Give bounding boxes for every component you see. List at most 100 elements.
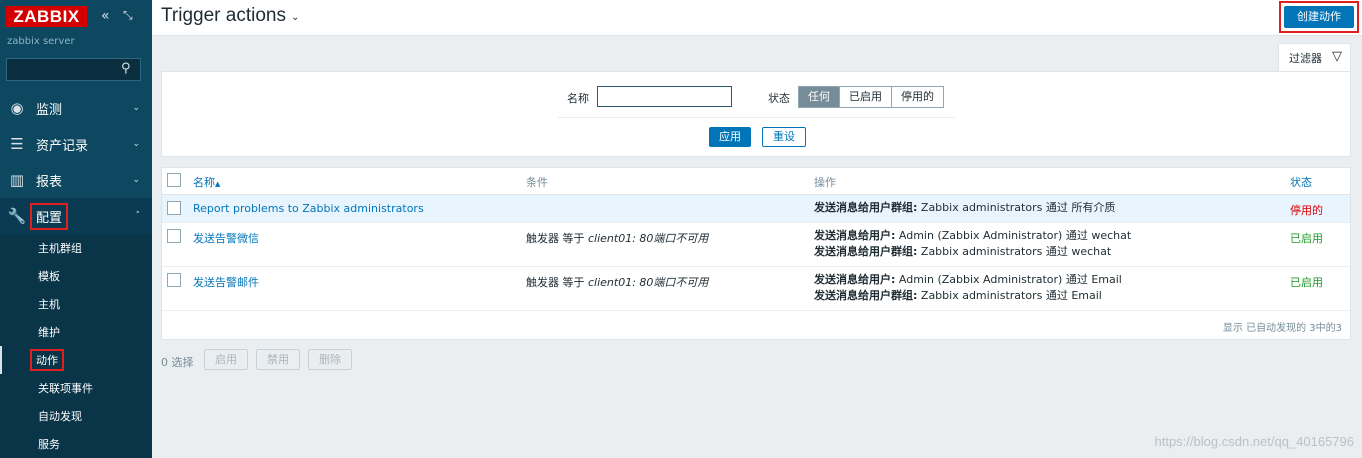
condition-trigger: client01: 80端口不可用 (588, 276, 709, 289)
menu-item-monitoring[interactable]: ◉ 监测 ⌄ (0, 90, 152, 126)
menu-label: 资产记录 (36, 138, 89, 154)
operation-detail: Zabbix administrators 通过 所有介质 (917, 201, 1116, 214)
configuration-submenu: 主机群组 模板 主机 维护 动作 关联项事件 自动发现 服务 (0, 234, 152, 458)
status-option-disabled[interactable]: 停用的 (891, 87, 943, 107)
filter-status-label: 状态 (768, 92, 790, 105)
menu-item-inventory[interactable]: ☰ 资产记录 ⌄ (0, 126, 152, 162)
chevron-down-icon[interactable]: ⌄ (291, 12, 299, 23)
apply-button[interactable]: 应用 (709, 127, 751, 147)
actions-table: 名称▲ 条件 操作 状态 Report problems to Zabbix a… (161, 167, 1351, 340)
filter-icon: ▽ (1332, 49, 1342, 64)
table-row: Report problems to Zabbix administrators… (162, 195, 1350, 223)
row-checkbox[interactable] (167, 201, 181, 215)
zabbix-logo[interactable]: ZABBIX (6, 6, 87, 27)
operation-detail: Admin (Zabbix Administrator) 通过 wechat (895, 229, 1132, 242)
submenu-item-discovery[interactable]: 自动发现 (0, 402, 152, 430)
list-icon: ☰ (10, 135, 24, 153)
operation-type: 发送消息给用户群组: (814, 289, 918, 302)
row-checkbox[interactable] (167, 273, 181, 287)
status-option-any[interactable]: 任何 (799, 87, 839, 107)
condition-prefix: 触发器 等于 (526, 276, 588, 289)
create-action-button[interactable]: 创建动作 (1284, 6, 1354, 28)
delete-button[interactable]: 删除 (308, 349, 352, 370)
column-header-status[interactable]: 状态 (1290, 174, 1312, 190)
filter-name-input[interactable] (597, 86, 732, 107)
bar-chart-icon: ▥ (9, 171, 25, 189)
condition-trigger: client01: 80端口不可用 (588, 232, 709, 245)
operation-type: 发送消息给用户: (814, 273, 896, 286)
kiosk-mode-icon[interactable]: ⤡ (123, 8, 133, 23)
row-checkbox[interactable] (167, 229, 181, 243)
page-title[interactable]: Trigger actions (161, 5, 286, 27)
filter-tab-label: 过滤器 (1289, 52, 1322, 65)
operation-type: 发送消息给用户: (814, 229, 896, 242)
menu-label: 报表 (36, 174, 63, 190)
operation-detail: Zabbix administrators 通过 wechat (917, 245, 1112, 258)
disable-button[interactable]: 禁用 (256, 349, 300, 370)
action-operations: 发送消息给用户: Admin (Zabbix Administrator) 通过… (814, 272, 1122, 304)
reset-button[interactable]: 重设 (762, 127, 806, 147)
action-name-link[interactable]: 发送告警微信 (193, 230, 259, 246)
collapse-sidebar-icon[interactable]: « (101, 8, 110, 24)
filter-panel: 名称 状态 任何 已启用 停用的 应用 重设 (161, 71, 1351, 157)
condition-prefix: 触发器 等于 (526, 232, 588, 245)
column-header-name-label: 名称 (193, 176, 215, 189)
submenu-label: 模板 (38, 270, 60, 283)
submenu-label: 主机群组 (38, 242, 82, 255)
submenu-item-templates[interactable]: 模板 (0, 262, 152, 290)
search-icon[interactable]: ⚲ (121, 61, 131, 76)
submenu-item-event-correlation[interactable]: 关联项事件 (0, 374, 152, 402)
action-condition: 触发器 等于 client01: 80端口不可用 (526, 274, 708, 290)
menu-label: 监测 (36, 102, 63, 118)
create-action-highlight: 创建动作 (1279, 1, 1359, 33)
column-header-name[interactable]: 名称▲ (193, 174, 220, 190)
sort-asc-icon: ▲ (215, 180, 221, 188)
column-header-conditions: 条件 (526, 176, 548, 189)
filter-divider (558, 117, 955, 118)
operation-type: 发送消息给用户群组: (814, 201, 918, 214)
enable-button[interactable]: 启用 (204, 349, 248, 370)
menu-item-configuration[interactable]: 🔧 配置 ˄ (0, 198, 152, 234)
action-condition: 触发器 等于 client01: 80端口不可用 (526, 230, 708, 246)
sidebar: ZABBIX « ⤡ zabbix server ⚲ ◉ 监测 ⌄ ☰ 资产记录… (0, 0, 152, 458)
operation-type: 发送消息给用户群组: (814, 245, 918, 258)
column-header-operations: 操作 (814, 176, 836, 189)
submenu-label: 主机 (38, 298, 60, 311)
select-all-checkbox[interactable] (167, 173, 181, 187)
status-toggle[interactable]: 停用的 (1290, 202, 1323, 218)
submenu-label: 关联项事件 (38, 382, 93, 395)
page-header: Trigger actions ⌄ 创建动作 (152, 0, 1362, 36)
submenu-item-services[interactable]: 服务 (0, 430, 152, 458)
status-toggle[interactable]: 已启用 (1290, 230, 1323, 246)
submenu-label: 自动发现 (38, 410, 82, 423)
table-row: 发送告警邮件 触发器 等于 client01: 80端口不可用 发送消息给用户:… (162, 267, 1350, 311)
action-name-link[interactable]: Report problems to Zabbix administrators (193, 202, 424, 215)
chevron-down-icon: ⌄ (132, 175, 140, 185)
main-menu: ◉ 监测 ⌄ ☰ 资产记录 ⌄ ▥ 报表 ⌄ 🔧 配置 ˄ 主机群组 模板 主机… (0, 90, 152, 458)
filter-tab[interactable]: 过滤器 ▽ (1278, 43, 1351, 72)
menu-item-reports[interactable]: ▥ 报表 ⌄ (0, 162, 152, 198)
submenu-item-host-groups[interactable]: 主机群组 (0, 234, 152, 262)
status-radio-group: 任何 已启用 停用的 (798, 86, 944, 108)
submenu-item-maintenance[interactable]: 维护 (0, 318, 152, 346)
filter-name-label: 名称 (567, 92, 589, 105)
action-operations: 发送消息给用户: Admin (Zabbix Administrator) 通过… (814, 228, 1131, 260)
table-row: 发送告警微信 触发器 等于 client01: 80端口不可用 发送消息给用户:… (162, 223, 1350, 267)
submenu-item-hosts[interactable]: 主机 (0, 290, 152, 318)
status-option-enabled[interactable]: 已启用 (839, 87, 891, 107)
submenu-item-actions[interactable]: 动作 (0, 346, 152, 374)
submenu-label: 动作 (30, 349, 64, 371)
chevron-up-icon: ˄ (135, 211, 141, 221)
wrench-icon: 🔧 (7, 207, 27, 225)
watermark: https://blog.csdn.net/qq_40165796 (1154, 434, 1355, 449)
submenu-label: 服务 (38, 438, 60, 451)
server-name: zabbix server (7, 36, 75, 47)
selected-count: 0 选择 (161, 356, 194, 369)
menu-label: 配置 (30, 202, 69, 230)
status-toggle[interactable]: 已启用 (1290, 274, 1323, 290)
eye-icon: ◉ (10, 99, 24, 117)
action-name-link[interactable]: 发送告警邮件 (193, 274, 259, 290)
chevron-down-icon: ⌄ (132, 103, 140, 113)
chevron-down-icon: ⌄ (132, 139, 140, 149)
submenu-label: 维护 (38, 326, 60, 339)
